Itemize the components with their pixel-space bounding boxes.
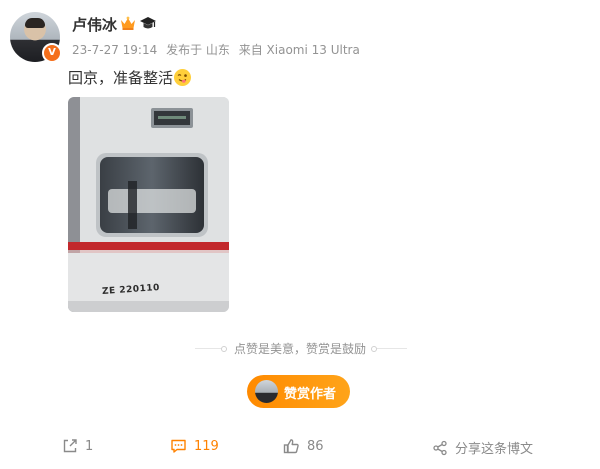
- comment-icon: [171, 439, 186, 453]
- share-out-icon: [63, 439, 77, 453]
- train-photo-image: [68, 97, 229, 312]
- like-button[interactable]: 86: [283, 438, 324, 454]
- verified-badge: V: [42, 43, 62, 63]
- wink-tongue-emoji-icon: [174, 69, 192, 86]
- divider-line-right: [377, 348, 407, 349]
- share-nodes-icon: [433, 440, 447, 455]
- post-body: 回京，准备整活: [68, 69, 174, 87]
- divider: 点赞是美意，赞赏是鼓励: [0, 340, 600, 356]
- post-meta: 23-7-27 19:14 发布于 山东 来自 Xiaomi 13 Ultra: [72, 41, 365, 58]
- crown-icon[interactable]: [119, 15, 137, 31]
- share-label: 分享这条博文: [455, 442, 534, 457]
- share-post-button[interactable]: 分享这条博文: [432, 438, 533, 457]
- graduation-cap-icon[interactable]: [139, 15, 157, 31]
- post-location: 发布于 山东: [166, 43, 230, 57]
- author-name[interactable]: 卢伟冰: [72, 14, 117, 35]
- divider-text: 点赞是美意，赞赏是鼓励: [233, 342, 366, 356]
- repost-count: 1: [85, 438, 94, 454]
- tip-avatar: [255, 380, 278, 403]
- post-text: 回京，准备整活: [68, 67, 192, 88]
- thumbs-up-icon: [283, 439, 299, 454]
- post-photo[interactable]: ZE 220110: [68, 97, 229, 312]
- tip-author-button[interactable]: 赞赏作者: [247, 375, 350, 408]
- post-date[interactable]: 23-7-27 19:14: [72, 43, 157, 57]
- tip-label: 赞赏作者: [284, 387, 337, 402]
- comment-count: 119: [194, 438, 219, 454]
- divider-dot-right: [371, 346, 377, 352]
- post-source: 来自 Xiaomi 13 Ultra: [238, 43, 360, 57]
- repost-button[interactable]: 1: [62, 438, 93, 454]
- avatar[interactable]: V: [10, 12, 62, 63]
- like-count: 86: [307, 438, 324, 454]
- comment-button[interactable]: 119: [170, 438, 219, 454]
